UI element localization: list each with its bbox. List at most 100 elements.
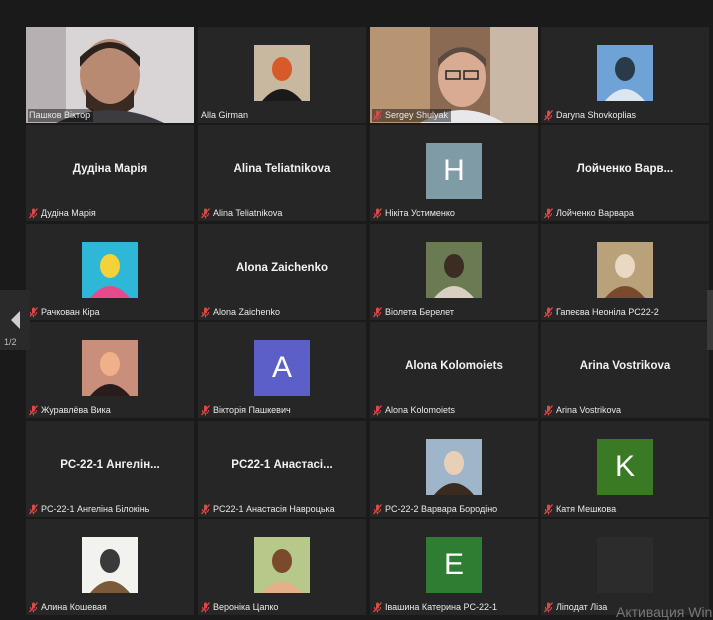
participant-name: Пашков Віктор [29,110,91,120]
muted-mic-icon [544,504,553,515]
participant-tile[interactable]: PC-22-1 Ангелін... PC-22-1 Ангеліна Білок… [26,421,194,517]
avatar [254,537,310,593]
participant-name-label: Гапеєва Неоніла PC22-2 [543,306,662,319]
participant-tile[interactable]: Журавлёва Вика [26,322,194,418]
participant-tile[interactable]: Рачкован Кіра [26,224,194,320]
windows-activation-watermark: Активация Win [616,604,713,620]
participant-tile[interactable]: Sergey Shulyak [370,27,538,123]
participant-name: Alona Zaichenko [213,307,281,317]
participant-name: Лойченко Варвара [556,208,634,218]
muted-mic-icon [201,405,210,416]
profile-picture [254,45,310,101]
participant-name: Рачкован Кіра [41,307,100,317]
chevron-left-icon [11,311,20,329]
participant-name-label: Дудіна Марія [28,207,99,220]
participant-tile[interactable]: Пашков Віктор [26,27,194,123]
participant-name-label: Алина Кошевая [28,601,110,614]
participant-name: Нікіта Устименко [385,208,455,218]
participant-tile[interactable]: Дудіна Марія Дудіна Марія [26,125,194,221]
avatar: H [426,143,482,199]
participant-tile[interactable]: Daryna Shovkoplias [541,27,709,123]
participant-tile[interactable]: H Нікіта Устименко [370,125,538,221]
muted-mic-icon [373,405,382,416]
profile-picture [254,537,310,593]
participant-display-name: Лойченко Варв... [576,163,674,175]
avatar [82,537,138,593]
participant-name: Катя Мешкова [556,504,617,514]
participant-tile[interactable]: Ліподат Ліза [541,519,709,615]
next-page-handle[interactable] [707,290,713,350]
page-indicator: 1/2 [4,337,17,347]
muted-mic-icon [544,208,553,219]
muted-mic-icon [373,110,382,121]
muted-mic-icon [544,602,553,613]
participant-name-label: Вікторія Пашкевич [200,404,294,417]
participant-name-label: Alina Teliatnikova [200,207,285,220]
video-grid: Пашков Віктор Alla Girman Sergey Shulyak Da… [0,0,713,617]
participant-tile[interactable]: E Івашина Катерина PC-22-1 [370,519,538,615]
profile-picture [82,537,138,593]
participant-name-label: Катя Мешкова [543,503,619,516]
participant-name-label: Івашина Катерина PC-22-1 [372,601,500,614]
avatar [82,340,138,396]
avatar: A [254,340,310,396]
muted-mic-icon [201,307,210,318]
participant-name-label: Alona Kolomoiets [372,404,458,417]
participant-tile[interactable]: Вероніка Цапко [198,519,366,615]
participant-name: Вікторія Пашкевич [213,405,291,415]
participant-display-name: PC-22-1 Ангелін... [60,459,160,471]
participant-name: Daryna Shovkoplias [556,110,637,120]
participant-name-label: Alla Girman [200,109,251,122]
participant-name-label: PC-22-1 Ангеліна Білокінь [28,503,152,516]
participant-name-label: PC-22-2 Варвара Бородіно [372,503,500,516]
muted-mic-icon [29,504,38,515]
participant-display-name: Alona Kolomoiets [405,360,503,372]
participant-display-name: Alina Teliatnikova [233,163,331,175]
participant-tile[interactable]: PC22-1 Анастасі... PC22-1 Анастасія Навро… [198,421,366,517]
profile-picture [597,45,653,101]
participant-name-label: Daryna Shovkoplias [543,109,639,122]
participant-tile[interactable]: Віолета Берелет [370,224,538,320]
avatar: K [597,439,653,495]
profile-picture [597,242,653,298]
participant-name: Вероніка Цапко [213,602,279,612]
profile-picture [426,242,482,298]
participant-name-label: Alona Zaichenko [200,306,283,319]
participant-name: Гапеєва Неоніла PC22-2 [556,307,659,317]
profile-picture [82,242,138,298]
participant-name: Alla Girman [201,110,249,120]
muted-mic-icon [373,504,382,515]
participant-tile[interactable]: Алина Кошевая [26,519,194,615]
participant-tile[interactable]: Alina Teliatnikova Alina Teliatnikova [198,125,366,221]
muted-mic-icon [29,208,38,219]
avatar [426,242,482,298]
participant-tile[interactable]: Alona Zaichenko Alona Zaichenko [198,224,366,320]
avatar [597,537,653,593]
participant-tile[interactable]: Arina Vostrikova Arina Vostrikova [541,322,709,418]
muted-mic-icon [29,307,38,318]
muted-mic-icon [373,307,382,318]
avatar [82,242,138,298]
participant-name: Arina Vostrikova [556,405,622,415]
participant-name-label: Лойченко Варвара [543,207,637,220]
muted-mic-icon [373,602,382,613]
participant-tile[interactable]: A Вікторія Пашкевич [198,322,366,418]
participant-tile[interactable]: K Катя Мешкова [541,421,709,517]
participant-display-name: Дудіна Марія [72,163,148,175]
participant-tile[interactable]: Лойченко Варв... Лойченко Варвара [541,125,709,221]
muted-mic-icon [201,208,210,219]
participant-name-label: Sergey Shulyak [372,109,452,122]
participant-name: PC-22-1 Ангеліна Білокінь [41,504,150,514]
muted-mic-icon [29,602,38,613]
participant-display-name: Arina Vostrikova [579,360,671,372]
participant-tile[interactable]: Alona Kolomoiets Alona Kolomoiets [370,322,538,418]
participant-name: Дудіна Марія [41,208,96,218]
participant-name-label: PC22-1 Анастасія Навроцька [200,503,338,516]
participant-name: Івашина Катерина PC-22-1 [385,602,498,612]
profile-picture [426,439,482,495]
participant-tile[interactable]: Alla Girman [198,27,366,123]
participant-tile[interactable]: Гапеєва Неоніла PC22-2 [541,224,709,320]
participant-name-label: Arina Vostrikova [543,404,624,417]
participant-tile[interactable]: PC-22-2 Варвара Бородіно [370,421,538,517]
participant-name: Alina Teliatnikova [213,208,283,218]
